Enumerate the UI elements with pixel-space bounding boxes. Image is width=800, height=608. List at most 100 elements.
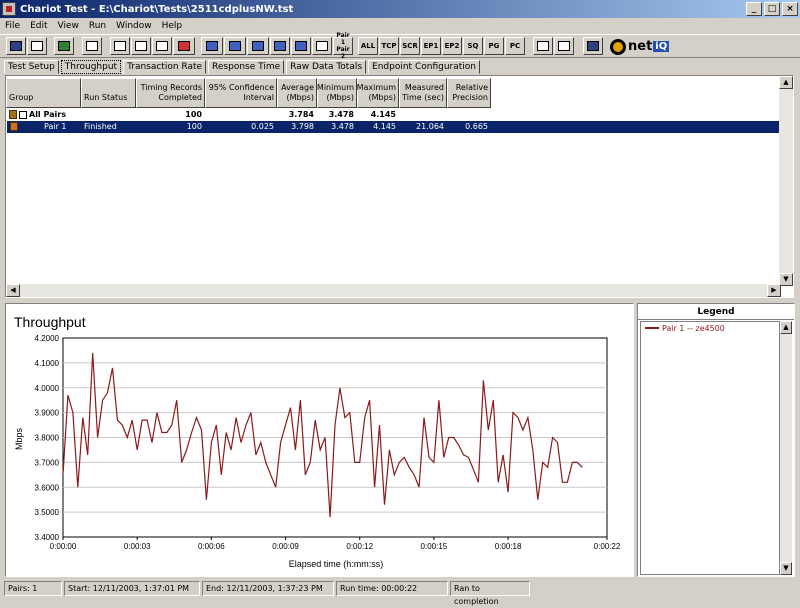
delete-icon[interactable] [173,37,195,55]
maximize-button[interactable]: □ [764,2,780,16]
tab-response-time[interactable]: Response Time [208,60,285,74]
edit-pair-icon[interactable] [270,37,290,55]
netiq-logo-text: net [628,39,653,54]
cell-maximum: 4.145 [370,110,396,119]
header-confidence[interactable]: 95% Confidence Interval [205,78,277,108]
menu-window[interactable]: Window [111,21,157,31]
tab-raw-data-totals[interactable]: Raw Data Totals [286,60,367,74]
copy-icon[interactable] [131,37,151,55]
menu-help[interactable]: Help [157,21,188,31]
header-maximum[interactable]: Maximum (Mbps) [357,78,399,108]
table-row-selected[interactable]: Pair 1 Finished 100 0.025 3.798 3.478 4.… [7,121,786,133]
run-icon[interactable] [54,37,74,55]
netiq-logo-suffix: iQ [653,41,670,52]
cell-status [81,109,136,121]
print-icon[interactable] [27,37,47,55]
filter-pc-button[interactable]: PC [505,37,525,55]
throughput-chart-panel: Throughput Mbps Elapsed time (h:mm:ss) 4… [5,303,634,577]
menu-file[interactable]: File [0,21,25,31]
save-icon[interactable] [6,37,26,55]
filter-scr-button[interactable]: SCR [400,37,420,55]
y-tick-label: 4.0000 [35,384,60,393]
app-icon[interactable] [2,2,16,16]
pair-toggle-button[interactable]: Pair 1 Pair 2 [333,32,353,60]
cell-maximum: 4.145 [373,122,396,131]
tab-transaction-rate[interactable]: Transaction Rate [123,60,207,74]
y-tick-label: 4.1000 [35,359,60,368]
menu-bar: File Edit View Run Window Help [0,18,800,33]
chart-title: Throughput [14,314,86,330]
header-run-status[interactable]: Run Status [81,78,136,108]
y-axis-label: Mbps [14,428,24,451]
paste-icon[interactable] [152,37,172,55]
legend-scrollbar[interactable]: ▲ ▼ [780,321,792,575]
filter-tcp-button[interactable]: TCP [379,37,399,55]
filter-sq-button[interactable]: SQ [463,37,483,55]
table-vertical-scrollbar[interactable]: ▲ ▼ [779,76,793,286]
list-icon[interactable] [554,37,574,55]
scroll-left-icon[interactable]: ◀ [6,284,20,297]
app-group-icon[interactable] [291,37,311,55]
table-row[interactable]: All Pairs 100 3.784 3.478 4.145 [6,109,491,121]
header-relative-precision[interactable]: Relative Precision [447,78,491,108]
table-horizontal-scrollbar[interactable]: ◀ ▶ [6,284,781,297]
minimize-button[interactable]: _ [746,2,762,16]
legend-swatch [645,327,659,329]
legend-panel: Legend Pair 1 -- ze4500 ▲ ▼ [637,303,795,577]
y-tick-label: 3.6000 [35,483,60,492]
legend-item-label: Pair 1 -- ze4500 [662,323,725,333]
menu-edit[interactable]: Edit [25,21,52,31]
netiq-logo-icon [610,38,626,55]
header-average[interactable]: Average (Mbps) [277,78,317,108]
cell-group-label: Pair 1 [44,122,67,131]
tab-test-setup[interactable]: Test Setup [4,60,59,74]
cell-minimum: 3.478 [328,110,354,119]
cell-average: 3.784 [288,110,314,119]
close-button[interactable]: × [782,2,798,16]
header-minimum[interactable]: Minimum (Mbps) [317,78,357,108]
stop-icon[interactable] [82,37,102,55]
script-icon[interactable] [312,37,332,55]
y-tick-label: 3.4000 [35,533,60,542]
filter-pg-button[interactable]: PG [484,37,504,55]
menu-run[interactable]: Run [84,21,111,31]
cut-icon[interactable] [110,37,130,55]
tab-throughput[interactable]: Throughput [60,60,122,74]
network-icon[interactable] [247,37,269,55]
header-measured-time[interactable]: Measured Time (sec) [399,78,447,108]
x-tick-label: 0:00:00 [50,542,77,551]
cell-group-label: All Pairs [29,110,66,119]
filter-ep1-button[interactable]: EP1 [421,37,441,55]
pair-icon[interactable] [201,37,223,55]
grid-icon[interactable] [533,37,553,55]
scroll-right-icon[interactable]: ▶ [767,284,781,297]
x-tick-label: 0:00:22 [594,542,621,551]
header-group[interactable]: Group [6,78,81,108]
info-icon[interactable] [583,37,603,55]
x-tick-label: 0:00:15 [421,542,448,551]
filter-ep2-button[interactable]: EP2 [442,37,462,55]
filter-all-button[interactable]: ALL [358,37,378,55]
status-pairs: Pairs: 1 [4,581,62,596]
collapse-icon[interactable] [19,110,27,119]
group-icon [9,110,17,119]
scroll-down-icon[interactable]: ▼ [779,273,793,286]
window-title: Chariot Test - E:\Chariot\Tests\2511cdpl… [20,3,294,15]
pair-row-icon [10,122,18,131]
tab-endpoint-configuration[interactable]: Endpoint Configuration [368,60,480,74]
x-tick-label: 0:00:03 [124,542,151,551]
legend-list: Pair 1 -- ze4500 [640,321,780,575]
cell-average: 3.798 [291,122,314,131]
status-result: Ran to completion [450,581,530,606]
scroll-up-icon[interactable]: ▲ [779,76,793,89]
multicast-icon[interactable] [224,37,246,55]
menu-view[interactable]: View [53,21,84,31]
cell-group: All Pairs [6,109,81,121]
throughput-chart: Throughput Mbps Elapsed time (h:mm:ss) 4… [14,314,621,569]
header-timing-records[interactable]: Timing Records Completed [136,78,205,108]
tab-strip: Test Setup Throughput Transaction Rate R… [4,60,482,74]
scroll-up-icon[interactable]: ▲ [780,321,792,334]
cell-time: 21.064 [416,122,444,131]
scroll-down-icon[interactable]: ▼ [780,562,792,575]
legend-item[interactable]: Pair 1 -- ze4500 [641,322,779,334]
